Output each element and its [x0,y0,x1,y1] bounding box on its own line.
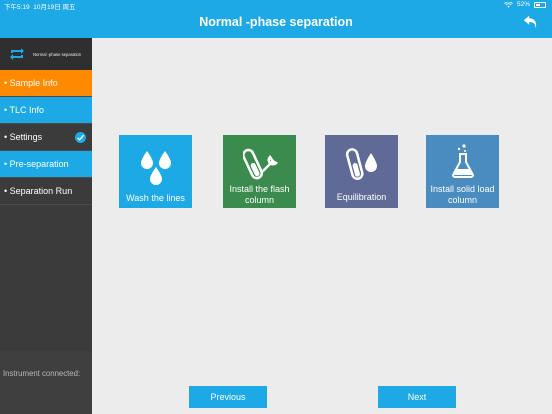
status-time: 下午5:19 [4,4,30,11]
sidebar-item-label: • Settings [4,132,43,142]
status-time-date: 下午5:19 10月19日 周五 [4,1,76,11]
sidebar-header-label: Normal -phase separation [33,51,82,57]
instrument-status: Instrument connected: [0,351,92,414]
tile-label: Install the flash column [229,184,290,205]
refresh-icon[interactable] [8,47,26,61]
install-solid-load-column-tile[interactable]: Install solid load column [426,135,499,208]
sidebar-item-pre-separation[interactable]: • Pre-separation [0,151,92,178]
status-indicators: 52% [504,1,546,8]
wifi-icon [504,1,513,8]
flask-icon [451,144,475,178]
battery-percent: 52% [516,1,530,8]
back-arrow-icon[interactable] [522,13,540,31]
install-flash-column-tile[interactable]: Install the flash column [223,135,296,208]
sidebar-item-tlc-info[interactable]: • TLC Info [0,97,92,124]
sidebar-item-sample-info[interactable]: • Sample Info [0,70,92,97]
previous-button[interactable]: Previous [189,386,267,408]
sidebar-item-separation-run[interactable]: • Separation Run [0,178,92,205]
sidebar-item-label: • TLC Info [4,105,45,115]
battery-icon [534,1,546,8]
column-drop-icon [345,148,377,180]
sidebar-item-label: • Pre-separation [4,159,69,169]
column-wrench-icon [243,148,279,180]
next-button[interactable]: Next [378,386,456,408]
status-date: 10月19日 周五 [33,4,76,11]
tile-label: Install solid load column [430,184,495,205]
top-bar: 下午5:19 10月19日 周五 52% Normal -phase separ… [0,0,552,38]
check-icon [75,132,86,143]
sidebar: Normal -phase separation • Sample Info •… [0,38,92,414]
tile-label: Equilibration [336,192,387,202]
wash-lines-tile[interactable]: Wash the lines [119,135,192,208]
sidebar-item-label: • Separation Run [4,186,73,196]
sidebar-item-settings[interactable]: • Settings [0,124,92,151]
sidebar-header: Normal -phase separation [0,38,92,70]
equilibration-tile[interactable]: Equilibration [325,135,398,208]
sidebar-item-label: • Sample Info [4,78,58,88]
tile-label: Wash the lines [126,193,185,203]
water-drops-icon [141,151,171,185]
page-title: Normal -phase separation [199,15,353,29]
